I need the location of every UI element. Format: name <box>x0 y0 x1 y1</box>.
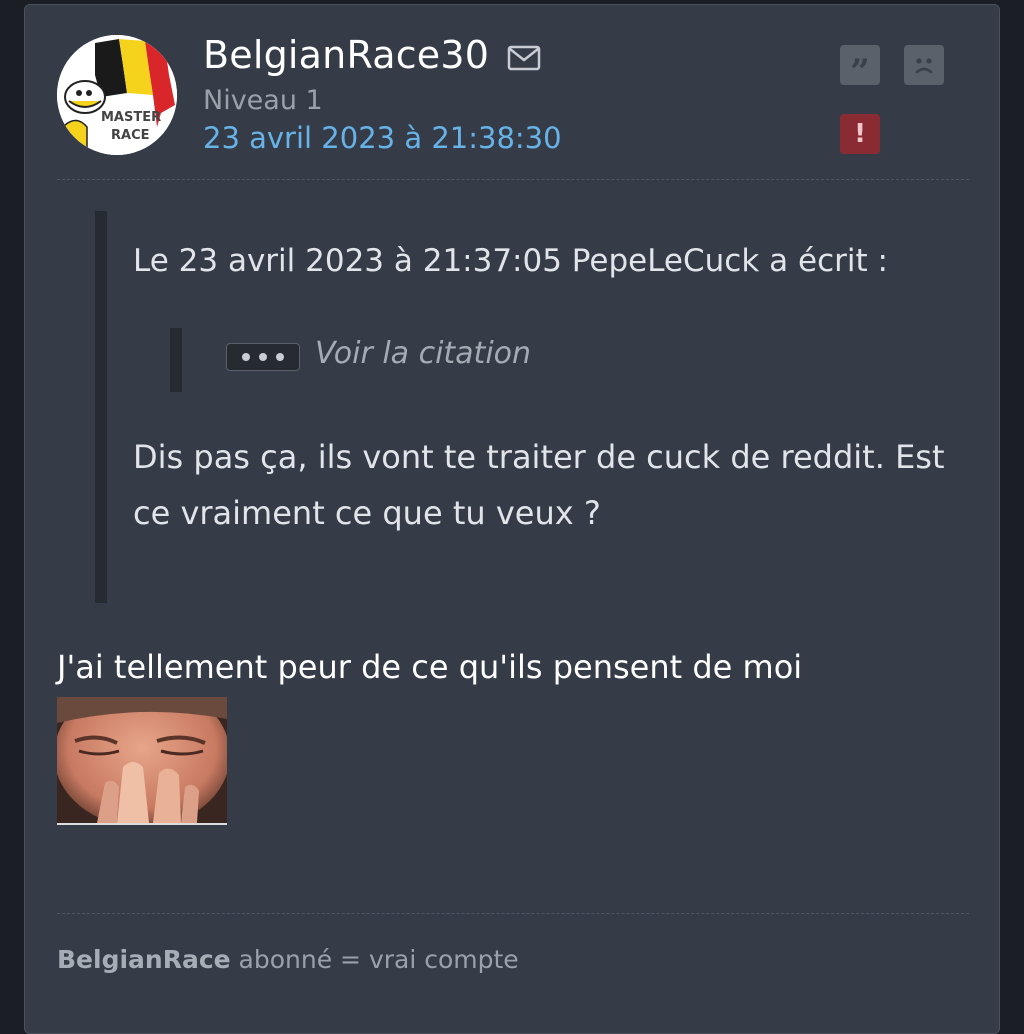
avatar-text-master: MASTER <box>101 110 161 125</box>
dot-icon <box>242 353 250 361</box>
quote-button[interactable]: ” <box>840 45 880 89</box>
signature: BelgianRace abonné = vrai compte <box>57 945 519 974</box>
belgian-flag-avatar-image: MASTER RACE <box>57 35 177 155</box>
header-divider <box>57 179 969 180</box>
quote-body: Dis pas ça, ils vont te traiter de cuck … <box>133 438 945 532</box>
quote-border <box>95 211 107 603</box>
quote-header: Le 23 avril 2023 à 21:37:05 PepeLeCuck a… <box>133 243 888 279</box>
mail-icon[interactable] <box>507 45 541 75</box>
show-quote-link[interactable]: Voir la citation <box>315 336 531 371</box>
sad-face-button[interactable] <box>904 45 944 85</box>
signature-rest: abonné = vrai compte <box>230 945 519 974</box>
dot-icon <box>276 353 284 361</box>
expand-quote-button[interactable] <box>226 343 300 371</box>
quote-icon: ” <box>850 52 870 92</box>
forum-post-card: MASTER RACE BelgianRace30 Niveau 1 23 av… <box>24 4 1000 1034</box>
signature-divider <box>57 913 969 914</box>
sad-face-icon <box>915 58 933 74</box>
report-button[interactable]: ! <box>840 114 880 154</box>
avatar-text-race: RACE <box>111 128 150 143</box>
signature-bold: BelgianRace <box>57 945 231 974</box>
post-date-link[interactable]: 23 avril 2023 à 21:38:30 <box>203 121 562 155</box>
username[interactable]: BelgianRace30 <box>203 33 489 77</box>
exclamation-icon: ! <box>854 119 866 149</box>
nested-quote-border <box>170 328 182 392</box>
user-level: Niveau 1 <box>203 85 323 116</box>
dot-icon <box>259 353 267 361</box>
avatar[interactable]: MASTER RACE <box>57 35 177 155</box>
message-text: J'ai tellement peur de ce qu'ils pensent… <box>57 648 803 686</box>
sticker-image[interactable] <box>57 697 227 825</box>
